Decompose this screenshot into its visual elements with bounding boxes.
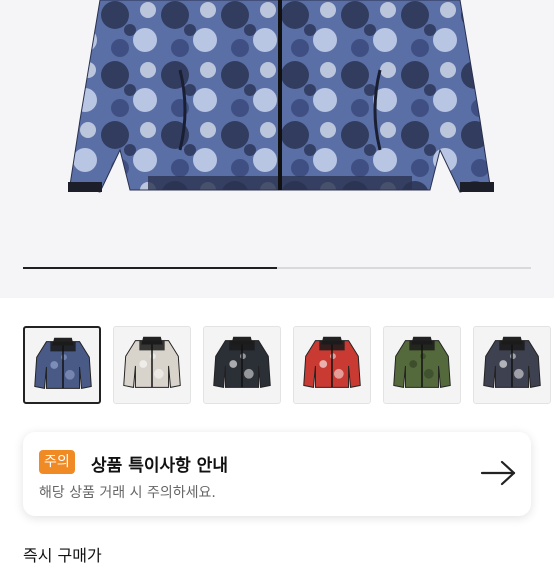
jacket-icon — [213, 336, 271, 388]
gallery-progress-fill — [23, 267, 277, 269]
thumbnail-strip[interactable] — [0, 326, 554, 406]
notice-title: 상품 특이사항 안내 — [91, 456, 228, 476]
jacket-icon — [34, 337, 92, 389]
product-thumbnail[interactable] — [293, 326, 371, 404]
product-notice-card[interactable]: 주의 상품 특이사항 안내 해당 상품 거래 시 주의하세요. — [23, 432, 531, 516]
jacket-icon — [123, 336, 181, 388]
product-thumbnail[interactable] — [113, 326, 191, 404]
product-thumbnail[interactable] — [203, 326, 281, 404]
product-thumbnail[interactable] — [23, 326, 101, 404]
caution-badge: 주의 — [39, 450, 75, 474]
jacket-icon — [393, 336, 451, 388]
product-thumbnail[interactable] — [383, 326, 461, 404]
product-main-image — [68, 0, 494, 193]
gallery-progress-bar — [23, 267, 531, 269]
arrow-right-icon[interactable] — [478, 458, 518, 488]
jacket-icon — [483, 336, 541, 388]
jacket-icon — [303, 336, 361, 388]
product-image-viewer[interactable] — [0, 0, 554, 298]
notice-subtitle: 해당 상품 거래 시 주의하세요. — [39, 485, 216, 501]
product-thumbnail[interactable] — [473, 326, 551, 404]
buy-now-price-label: 즉시 구매가 — [23, 546, 102, 565]
